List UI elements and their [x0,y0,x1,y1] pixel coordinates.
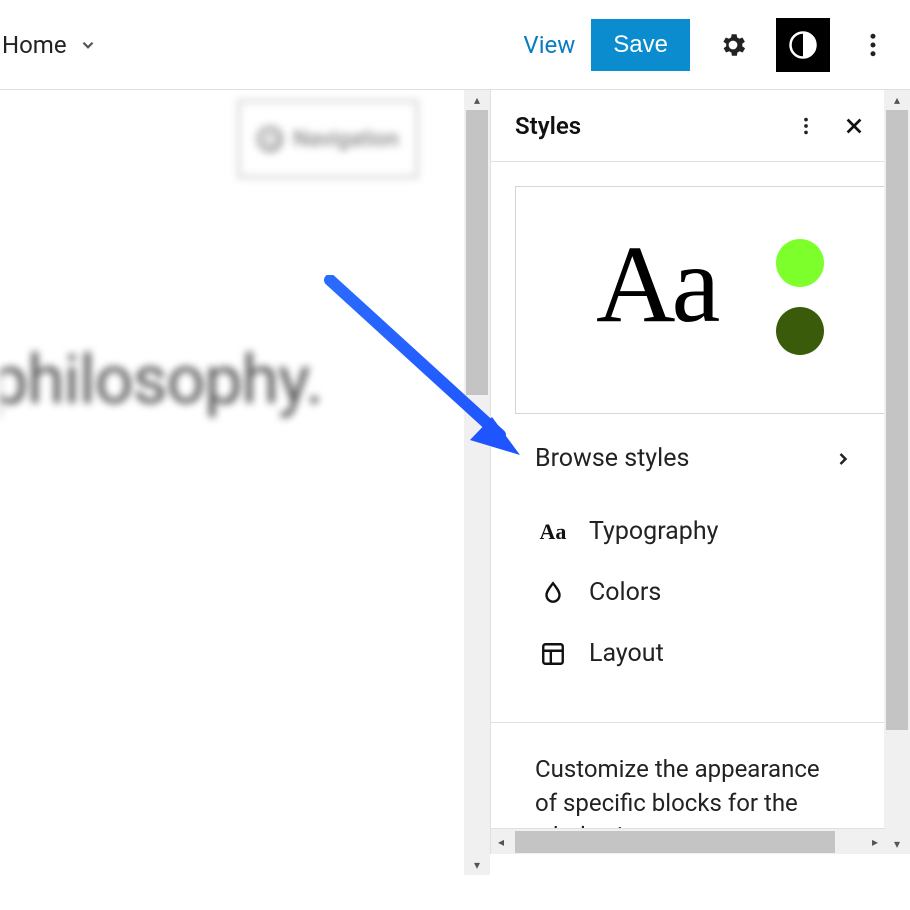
scroll-down-icon[interactable]: ▾ [884,834,910,854]
color-swatch-primary [776,239,824,287]
typography-label: Typography [589,517,718,546]
preview-typography-sample: Aa [596,221,716,348]
layout-label: Layout [589,639,664,668]
sidebar-horizontal-scrollbar[interactable]: ◂ ▸ [491,828,885,854]
styles-more-icon[interactable] [795,115,817,137]
settings-button[interactable] [706,18,760,72]
styles-sidebar: Styles Aa Browse styles Aa Typography [490,90,910,854]
typography-icon: Aa [539,518,567,546]
view-link[interactable]: View [523,31,575,59]
gear-icon [718,30,748,60]
browse-styles-label: Browse styles [535,444,689,473]
scroll-right-icon[interactable]: ▸ [865,829,885,855]
main-area: Navigation philosophy. ▴ ▾ Styles A [0,90,910,875]
save-button[interactable]: Save [591,19,690,71]
typography-section[interactable]: Aa Typography [491,501,885,562]
browse-styles-row[interactable]: Browse styles [491,414,885,501]
styles-panel-header: Styles [491,90,885,162]
navigation-block[interactable]: Navigation [238,100,418,178]
layout-section[interactable]: Layout [491,623,885,684]
breadcrumb-home[interactable]: Home [0,31,97,59]
color-swatch-secondary [776,307,824,355]
home-label: Home [2,31,67,59]
styles-toggle-button[interactable] [776,18,830,72]
colors-label: Colors [589,578,661,607]
toolbar-actions: View Save [523,18,900,72]
chevron-down-icon [79,36,97,54]
colors-section[interactable]: Colors [491,562,885,623]
drop-icon [539,579,567,607]
scroll-up-icon[interactable]: ▴ [464,90,490,110]
layout-icon [539,640,567,668]
editor-canvas[interactable]: Navigation philosophy. [0,90,464,875]
editor-canvas-wrap: Navigation philosophy. ▴ ▾ [0,90,490,875]
style-preview-card[interactable]: Aa [515,186,885,414]
canvas-heading-text: philosophy. [0,340,323,420]
scroll-thumb[interactable] [466,110,488,395]
scroll-thumb[interactable] [886,110,908,730]
chevron-right-icon [833,449,853,469]
sidebar-vertical-scrollbar[interactable]: ▴ ▾ [884,90,910,854]
scroll-thumb[interactable] [515,831,835,853]
scroll-down-icon[interactable]: ▾ [464,855,490,875]
contrast-icon [788,30,818,60]
more-options-button[interactable] [846,18,900,72]
navigation-block-label: Navigation [293,127,399,152]
more-vertical-icon [858,30,888,60]
scroll-up-icon[interactable]: ▴ [884,90,910,110]
styles-panel-title: Styles [515,112,581,140]
top-toolbar: Home View Save [0,0,910,90]
canvas-vertical-scrollbar[interactable]: ▴ ▾ [464,90,490,875]
scroll-left-icon[interactable]: ◂ [491,829,511,855]
compass-icon [257,126,283,152]
close-icon[interactable] [843,115,865,137]
